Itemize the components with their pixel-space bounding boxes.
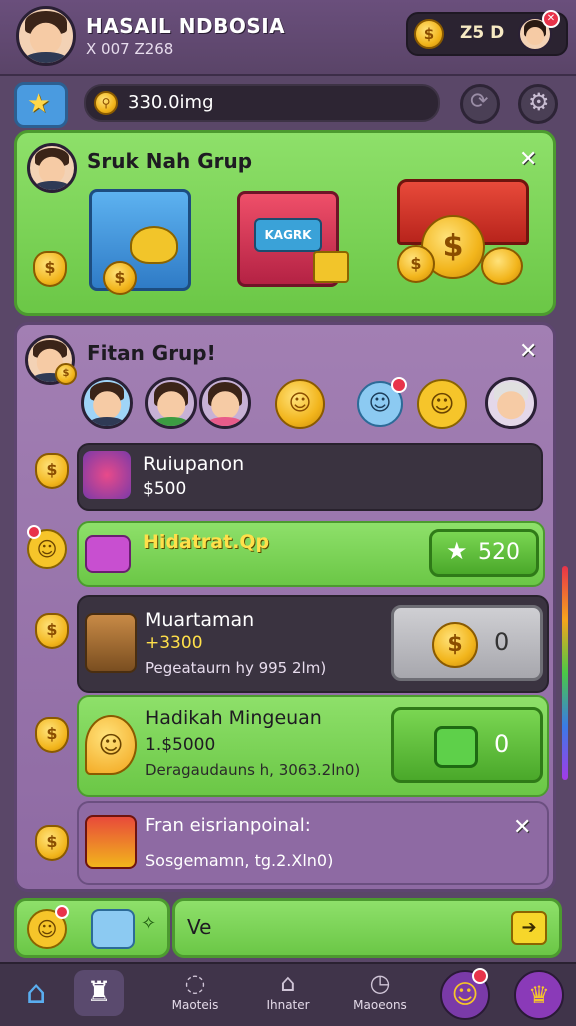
coin-icon: $	[397, 245, 435, 283]
close-icon[interactable]: ✕	[519, 147, 537, 172]
card-title: Sruk Nah Grup	[87, 149, 253, 173]
coin-counter[interactable]: $ Z5 D ✕	[406, 10, 568, 56]
coin-icon: $	[103, 261, 137, 295]
send-arrow-icon[interactable]: ➔	[511, 911, 547, 945]
notification-badge-icon	[472, 968, 488, 984]
favorites-button[interactable]: ★	[14, 82, 68, 128]
mascot-icon[interactable]	[91, 909, 135, 949]
gift-icon	[85, 815, 137, 869]
collect-button[interactable]: $ 0	[391, 605, 543, 681]
shield-coin-icon: $	[35, 825, 69, 861]
search-icon: ⚲	[94, 91, 118, 115]
notification-badge-icon: ✕	[542, 10, 560, 28]
gear-icon: ⚙	[528, 88, 550, 116]
top-header: HASAIL NDBOSIA X 007 Z268 $ Z5 D ✕	[0, 0, 576, 76]
house-icon: ⌂	[280, 969, 296, 997]
collect-button[interactable]: 0	[391, 707, 543, 783]
profile-avatar[interactable]	[16, 6, 76, 66]
coin-count: Z5 D	[460, 23, 505, 43]
chat-icon: ◌	[184, 969, 206, 997]
shield-coin-icon: $	[35, 717, 69, 753]
nav-home[interactable]: ⌂	[14, 972, 58, 1012]
notification-badge-icon	[27, 525, 41, 539]
member-avatar[interactable]	[485, 377, 537, 429]
row-title: Ruiupanon	[143, 453, 245, 475]
member-avatar[interactable]	[81, 377, 133, 429]
smiley-drop-icon: ☺	[85, 715, 137, 775]
notification-badge-icon	[391, 377, 407, 393]
sun-smiley-icon: ☺	[417, 379, 467, 429]
chef-icon: ♜	[86, 975, 112, 1008]
star-icon: ★	[446, 537, 468, 565]
crown-icon: ♛	[528, 981, 550, 1009]
clock-icon: ◷	[369, 969, 391, 997]
coin-stack-icon	[481, 247, 523, 285]
nav-ihnater[interactable]: ⌂ Ihnater	[252, 968, 324, 1012]
row-value: 1.$5000	[145, 735, 216, 755]
nav-maoteis[interactable]: ◌ Maoteis	[162, 968, 228, 1012]
emoji-tray[interactable]: ☺ ✧	[14, 898, 170, 958]
nav-shop[interactable]: ♜	[74, 970, 124, 1016]
nav-profile[interactable]: ♛	[514, 970, 564, 1020]
panel-title: Fitan Grup!	[87, 341, 216, 365]
treasure-chest-icon	[85, 613, 137, 673]
member-avatar[interactable]	[199, 377, 251, 429]
reward-row-highlight[interactable]: ☺ Hadikah Mingeuan 1.$5000 Deragaudauns …	[77, 695, 549, 797]
gems-icon	[83, 451, 131, 499]
row-title: Hadikah Mingeuan	[145, 707, 322, 729]
reward-row[interactable]: Muartaman +3300 Pegeataurn hy 995 2lm) $…	[77, 595, 549, 693]
scrollbar[interactable]	[562, 566, 568, 780]
row-title: Fran eisrianpoinal:	[145, 815, 311, 836]
coin-icon: $	[432, 622, 478, 668]
box-label: KAGRK	[254, 218, 322, 252]
notification-badge-icon	[55, 905, 69, 919]
emoji-coin-icon: ☺	[275, 379, 325, 429]
search-input-value: 330.0img	[128, 92, 214, 113]
claim-button[interactable]: ★ 520	[429, 529, 539, 577]
card-avatar	[27, 143, 77, 193]
reward-row[interactable]: Fran eisrianpoinal: Sosgemamn, tg.2.Xln0…	[77, 801, 549, 885]
coin-icon: $	[55, 363, 77, 385]
bottom-nav: ⌂ ♜ ◌ Maoteis ⌂ Ihnater ◷ Maoeons ☺ ♛	[0, 962, 576, 1026]
settings-button[interactable]: ⚙	[518, 84, 558, 124]
row-detail: Pegeataurn hy 995 2lm)	[145, 659, 327, 677]
nav-maoeons[interactable]: ◷ Maoeons	[344, 968, 416, 1012]
ticket-icon	[85, 535, 131, 573]
gold-bar-icon	[313, 251, 349, 283]
group-promo-card: Sruk Nah Grup ✕ $ $ KAGRK $ $	[14, 130, 556, 316]
row-title: Hidatrat.Qp	[143, 531, 270, 553]
row-value: $500	[143, 479, 187, 499]
profile-id: X 007 Z268	[86, 40, 174, 58]
home-icon: ⌂	[25, 973, 47, 1011]
edit-icon	[434, 726, 478, 768]
shield-coin-icon: $	[35, 613, 69, 649]
sparkle-icon: ✧	[141, 913, 157, 934]
profile-name: HASAIL NDBOSIA	[86, 14, 286, 38]
chat-input-value: Ve	[187, 915, 212, 939]
coin-icon: $	[414, 19, 444, 49]
row-detail: Deragaudauns h, 3063.2ln0)	[145, 761, 361, 779]
close-icon[interactable]: ✕	[513, 815, 531, 840]
group-rewards-panel: $ Fitan Grup! ✕ ☺ ☺ ☺ $ Ruiupanon $500 ☺…	[14, 322, 556, 892]
duck-icon	[130, 226, 178, 264]
chat-input[interactable]: Ve ➔	[172, 898, 562, 958]
row-detail: Sosgemamn, tg.2.Xln0)	[145, 851, 334, 870]
collect-value: 0	[494, 730, 510, 758]
shield-coin-icon: $	[35, 453, 69, 489]
search-bar[interactable]: ⚲ 330.0img	[84, 84, 440, 122]
claim-value: 520	[478, 540, 520, 565]
row-value: +3300	[145, 633, 203, 653]
row-title: Muartaman	[145, 609, 255, 631]
spinner-icon: ⟳	[470, 89, 489, 114]
reward-row-highlight[interactable]: Hidatrat.Qp ★ 520	[77, 521, 545, 587]
member-avatar[interactable]	[145, 377, 197, 429]
close-icon[interactable]: ✕	[519, 339, 537, 364]
loading-button[interactable]: ⟳	[460, 84, 500, 124]
shield-coin-icon: $	[33, 251, 67, 287]
star-icon: ★	[27, 89, 51, 119]
collect-value: 0	[494, 628, 510, 656]
reward-row[interactable]: Ruiupanon $500	[77, 443, 543, 511]
